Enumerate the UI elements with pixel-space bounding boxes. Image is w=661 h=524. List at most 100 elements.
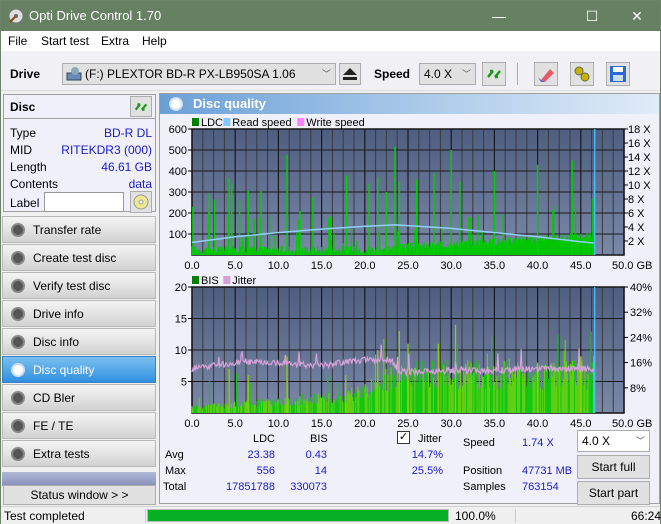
refresh-button[interactable]: [482, 62, 506, 86]
position-value: 47731 MB: [522, 465, 573, 477]
stats-total-bis: 330073: [290, 481, 327, 493]
status-text: Test completed: [4, 509, 85, 523]
nav-item-disc-quality[interactable]: Disc quality: [2, 356, 156, 383]
nav-item-cd-bler[interactable]: CD Bler: [2, 384, 156, 411]
y2-tick-label: 24%: [630, 332, 652, 344]
y2-tick-label: 4 X: [628, 222, 645, 234]
jitter-checkbox[interactable]: ✓: [397, 431, 410, 444]
settings-icon: [574, 66, 590, 82]
y2-tick-label: 14 X: [628, 152, 651, 164]
x-tick-label: 15.0: [311, 418, 332, 430]
y2-tick-label: 18 X: [628, 124, 651, 136]
progress-bar: [147, 509, 449, 522]
x-tick-label: 0.0: [184, 260, 199, 272]
menu-start-test[interactable]: Start test: [41, 34, 89, 48]
eject-icon: [343, 68, 357, 80]
legend-label: Write speed: [306, 117, 365, 129]
legend-label: LDC: [201, 117, 223, 129]
disc-icon: [11, 335, 25, 349]
x-tick-label: 50.0 GB: [612, 418, 652, 430]
test-speed-select[interactable]: 4.0 X ﹀: [577, 430, 650, 452]
maximize-button[interactable]: ☐: [569, 1, 615, 31]
nav-item-label: FE / TE: [33, 419, 74, 433]
y-tick-label: 300: [169, 187, 187, 199]
y-tick-label: 400: [169, 166, 187, 178]
stats-max-jitter: 25.5%: [411, 465, 443, 477]
stats-max-ldc: 556: [256, 465, 275, 477]
x-tick-label: 0.0: [184, 418, 199, 430]
y-tick-label: 500: [169, 145, 187, 157]
speed-label: Speed: [374, 67, 411, 81]
close-button[interactable]: ✕: [614, 1, 660, 31]
disc-contents-label: Contents: [10, 177, 59, 191]
bis-chart: 5 10 15 20 8% 16% 24% 32% 40% 0.0 5.0 10.0 15.0 20.0 2…: [175, 275, 653, 430]
menu-file[interactable]: File: [8, 34, 27, 48]
x-tick-label: 10.0: [268, 260, 289, 272]
disc-length-row: Length 46.61 GB: [10, 160, 152, 176]
x-tick-label: 40.0: [527, 418, 548, 430]
y2-tick-label: 16 X: [628, 138, 651, 150]
y2-tick-label: 40%: [630, 282, 652, 294]
disc-label-input[interactable]: [44, 192, 124, 212]
stats-avg-label: Avg: [165, 449, 184, 461]
menu-extra[interactable]: Extra: [101, 34, 129, 48]
nav-item-label: Drive info: [33, 307, 84, 321]
nav-item-create-test-disc[interactable]: Create test disc: [2, 244, 156, 271]
menu-help[interactable]: Help: [142, 34, 167, 48]
erase-button[interactable]: [534, 62, 558, 86]
disc-panel-header: Disc: [4, 95, 155, 119]
y2-tick-label: 8 X: [628, 194, 645, 206]
x-tick-label: 30.0: [440, 260, 461, 272]
settings-button[interactable]: [570, 62, 594, 86]
x-tick-label: 25.0: [397, 260, 418, 272]
y-tick-label: 15: [175, 314, 187, 326]
nav-item-drive-info[interactable]: Drive info: [2, 300, 156, 327]
panel-title: Disc quality: [193, 96, 266, 111]
stats-total-ldc: 17851788: [226, 481, 275, 493]
disc-icon: [11, 223, 25, 237]
y2-tick-label: 10 X: [628, 180, 651, 192]
drive-select[interactable]: (F:) PLEXTOR BD-R PX-LB950SA 1.06 ﹀: [62, 63, 336, 85]
disc-icon: [11, 391, 25, 405]
stats-avg-bis: 0.43: [305, 449, 327, 461]
toolbar: Drive (F:) PLEXTOR BD-R PX-LB950SA 1.06 …: [1, 51, 660, 91]
nav-item-fe-te[interactable]: FE / TE: [2, 412, 156, 439]
status-window-button[interactable]: Status window > >: [3, 485, 156, 505]
disc-panel: Disc Type BD-R DL MID RITEKDR3 (000) Lengt…: [3, 94, 156, 213]
disc-quality-panel: Disc quality 100 200 300 400 500 600 2 X 4 X 6 X…: [159, 93, 660, 505]
start-full-button[interactable]: Start full: [577, 455, 650, 479]
chevron-down-icon: ﹀: [321, 69, 331, 79]
erase-icon: [538, 69, 554, 82]
eject-button[interactable]: [339, 63, 361, 85]
jitter-label: Jitter: [418, 433, 442, 445]
x-tick-label: 10.0: [268, 418, 289, 430]
stats-total-label: Total: [163, 481, 187, 493]
speed-select-value: 4.0 X: [424, 67, 453, 81]
minimize-button[interactable]: —: [476, 1, 522, 31]
disc-label-button[interactable]: [130, 191, 152, 213]
nav-item-label: Transfer rate: [33, 223, 102, 237]
start-part-button[interactable]: Start part: [577, 481, 650, 505]
speed-select[interactable]: 4.0 X ﹀: [419, 63, 476, 85]
x-tick-label: 25.0: [397, 418, 418, 430]
legend-swatch: [223, 118, 231, 126]
status-divider: [145, 509, 146, 523]
nav-item-transfer-rate[interactable]: Transfer rate: [2, 216, 156, 243]
chevron-down-icon: ﹀: [461, 69, 471, 79]
save-button[interactable]: [606, 62, 630, 86]
disc-length-value: 46.61 GB: [101, 160, 152, 174]
disc-refresh-button[interactable]: [130, 96, 152, 117]
position-label: Position: [463, 465, 503, 477]
panel-header: Disc quality: [160, 94, 659, 114]
x-tick-label: 50.0 GB: [612, 260, 652, 272]
toolbar-divider: [517, 63, 518, 85]
disc-mid-label: MID: [10, 143, 32, 157]
nav-item-disc-info[interactable]: Disc info: [2, 328, 156, 355]
nav-item-verify-test-disc[interactable]: Verify test disc: [2, 272, 156, 299]
status-bar: Test completed 100.0% 66:24: [1, 506, 661, 524]
disc-type-value: BD-R DL: [103, 126, 152, 140]
y2-tick-label: 12 X: [628, 166, 651, 178]
x-tick-label: 5.0: [228, 260, 243, 272]
nav-item-extra-tests[interactable]: Extra tests: [2, 440, 156, 467]
legend-swatch: [192, 276, 199, 284]
